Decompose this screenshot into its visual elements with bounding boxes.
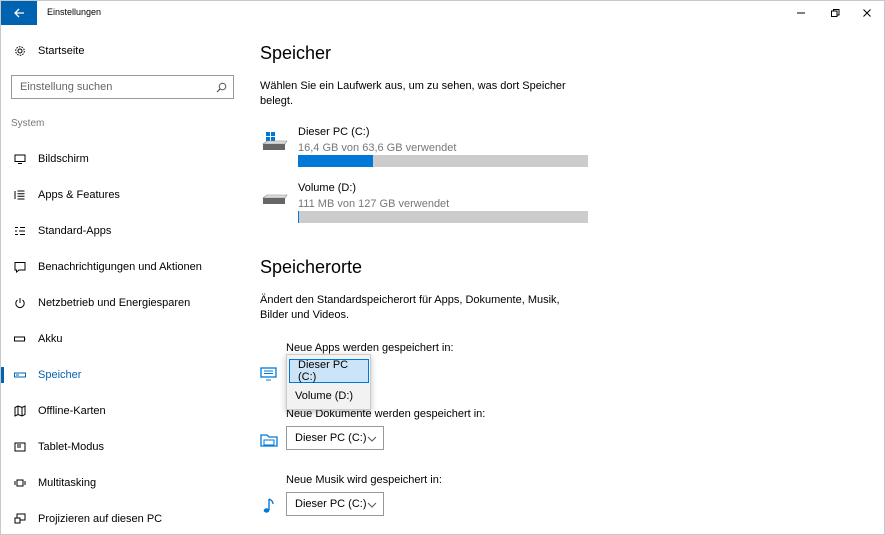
chevron-down-icon [367, 502, 377, 508]
minimize-icon [797, 12, 805, 14]
sidebar-item-akku[interactable]: Akku [1, 321, 246, 357]
multitasking-icon [14, 477, 26, 489]
locations-title: Speicherorte [260, 257, 363, 277]
settings-window: Einstellungen Startseite System Bildschi [0, 0, 885, 535]
music-location-select[interactable]: Dieser PC (C:) [286, 492, 384, 516]
apps-monitor-icon [260, 365, 278, 383]
sidebar-item-bildschirm[interactable]: Bildschirm [1, 141, 246, 177]
dropdown-option-label: Volume (D:) [295, 390, 354, 402]
folder-icon [260, 431, 278, 449]
sidebar: Startseite System Bildschirm Apps & Feat… [1, 25, 246, 534]
sidebar-item-multitasking[interactable]: Multitasking [1, 465, 246, 501]
locations-description: Ändert den Standardspeicherort für Apps,… [260, 294, 560, 321]
sidebar-item-label: Bildschirm [38, 153, 89, 165]
sidebar-item-speicher[interactable]: Speicher [1, 357, 246, 393]
title-bar: Einstellungen [1, 1, 884, 25]
documents-location-select[interactable]: Dieser PC (C:) [286, 426, 384, 450]
sidebar-item-tablet-modus[interactable]: Tablet-Modus [1, 429, 246, 465]
sidebar-item-label: Netzbetrieb und Energiesparen [38, 297, 191, 309]
window-title: Einstellungen [47, 7, 102, 17]
tablet-icon [14, 441, 26, 453]
music-location-label: Neue Musik wird gespeichert in: [286, 474, 442, 486]
close-icon [863, 9, 871, 17]
sidebar-item-label: Offline-Karten [38, 405, 106, 417]
music-note-icon [260, 497, 278, 515]
home-label: Startseite [38, 45, 85, 57]
drive-icon [262, 194, 288, 204]
sidebar-item-label: Speicher [38, 369, 82, 381]
main-content: Speicher Wählen Sie ein Laufwerk aus, um… [260, 25, 860, 534]
battery-icon [14, 333, 26, 345]
drive-c[interactable]: Dieser PC (C:) 16,4 GB von 63,6 GB verwe… [260, 126, 590, 167]
search-box[interactable] [11, 75, 234, 99]
dropdown-option-c[interactable]: Dieser PC (C:) [289, 359, 369, 383]
sidebar-item-label: Benachrichtigungen und Aktionen [38, 261, 202, 273]
windows-drive-icon [262, 132, 288, 150]
dropdown-option-label: Dieser PC (C:) [298, 359, 349, 383]
sidebar-item-projizieren[interactable]: Projizieren auf diesen PC [1, 501, 246, 534]
sidebar-item-standard-apps[interactable]: Standard-Apps [1, 213, 246, 249]
apps-location-dropdown: Dieser PC (C:) Volume (D:) [286, 354, 371, 410]
close-button[interactable] [850, 1, 884, 25]
sidebar-item-label: Standard-Apps [38, 225, 112, 237]
restore-icon [831, 9, 840, 17]
dropdown-option-d[interactable]: Volume (D:) [287, 384, 370, 408]
sidebar-item-label: Akku [38, 333, 63, 345]
apps-location-label: Neue Apps werden gespeichert in: [286, 342, 454, 354]
sidebar-item-label: Multitasking [38, 477, 97, 489]
drive-usage: 111 MB von 127 GB verwendet [298, 198, 450, 210]
back-arrow-icon [14, 8, 24, 18]
sidebar-item-apps-features[interactable]: Apps & Features [1, 177, 246, 213]
sidebar-item-offline-karten[interactable]: Offline-Karten [1, 393, 246, 429]
drive-name: Dieser PC (C:) [298, 126, 370, 138]
group-label: System [11, 118, 45, 129]
list-icon [14, 189, 26, 201]
sidebar-item-benachrichtigungen[interactable]: Benachrichtigungen und Aktionen [1, 249, 246, 285]
sidebar-item-label: Apps & Features [38, 189, 120, 201]
restore-button[interactable] [818, 1, 852, 25]
project-icon [14, 513, 26, 525]
minimize-button[interactable] [784, 1, 818, 25]
drive-usage-fill [298, 155, 373, 167]
drive-usage-bar [298, 211, 588, 223]
storage-title: Speicher [260, 43, 332, 63]
drive-d[interactable]: Volume (D:) 111 MB von 127 GB verwendet [260, 182, 590, 223]
storage-description: Wählen Sie ein Laufwerk aus, um zu sehen… [260, 80, 566, 107]
sidebar-item-netzbetrieb[interactable]: Netzbetrieb und Energiesparen [1, 285, 246, 321]
default-apps-icon [14, 225, 26, 237]
search-icon[interactable] [216, 82, 227, 93]
chevron-down-icon [367, 436, 377, 442]
back-button[interactable] [1, 1, 37, 25]
documents-location: Neue Dokumente werden gespeichert in: Di… [260, 408, 590, 458]
drive-usage: 16,4 GB von 63,6 GB verwendet [298, 142, 457, 154]
search-input[interactable] [20, 81, 210, 93]
power-icon [14, 297, 26, 309]
drive-name: Volume (D:) [298, 182, 357, 194]
gear-icon [14, 45, 26, 57]
notification-icon [14, 261, 26, 273]
monitor-icon [14, 153, 26, 165]
sidebar-item-label: Projizieren auf diesen PC [38, 513, 163, 525]
map-icon [14, 405, 26, 417]
storage-icon [14, 369, 26, 381]
sidebar-nav: Bildschirm Apps & Features Standard-Apps… [1, 141, 246, 534]
select-value: Dieser PC (C:) [295, 498, 367, 510]
music-location: Neue Musik wird gespeichert in: Dieser P… [260, 474, 590, 524]
select-value: Dieser PC (C:) [295, 432, 367, 444]
drive-usage-bar [298, 155, 588, 167]
sidebar-item-label: Tablet-Modus [38, 441, 105, 453]
home-link[interactable]: Startseite [1, 39, 246, 63]
